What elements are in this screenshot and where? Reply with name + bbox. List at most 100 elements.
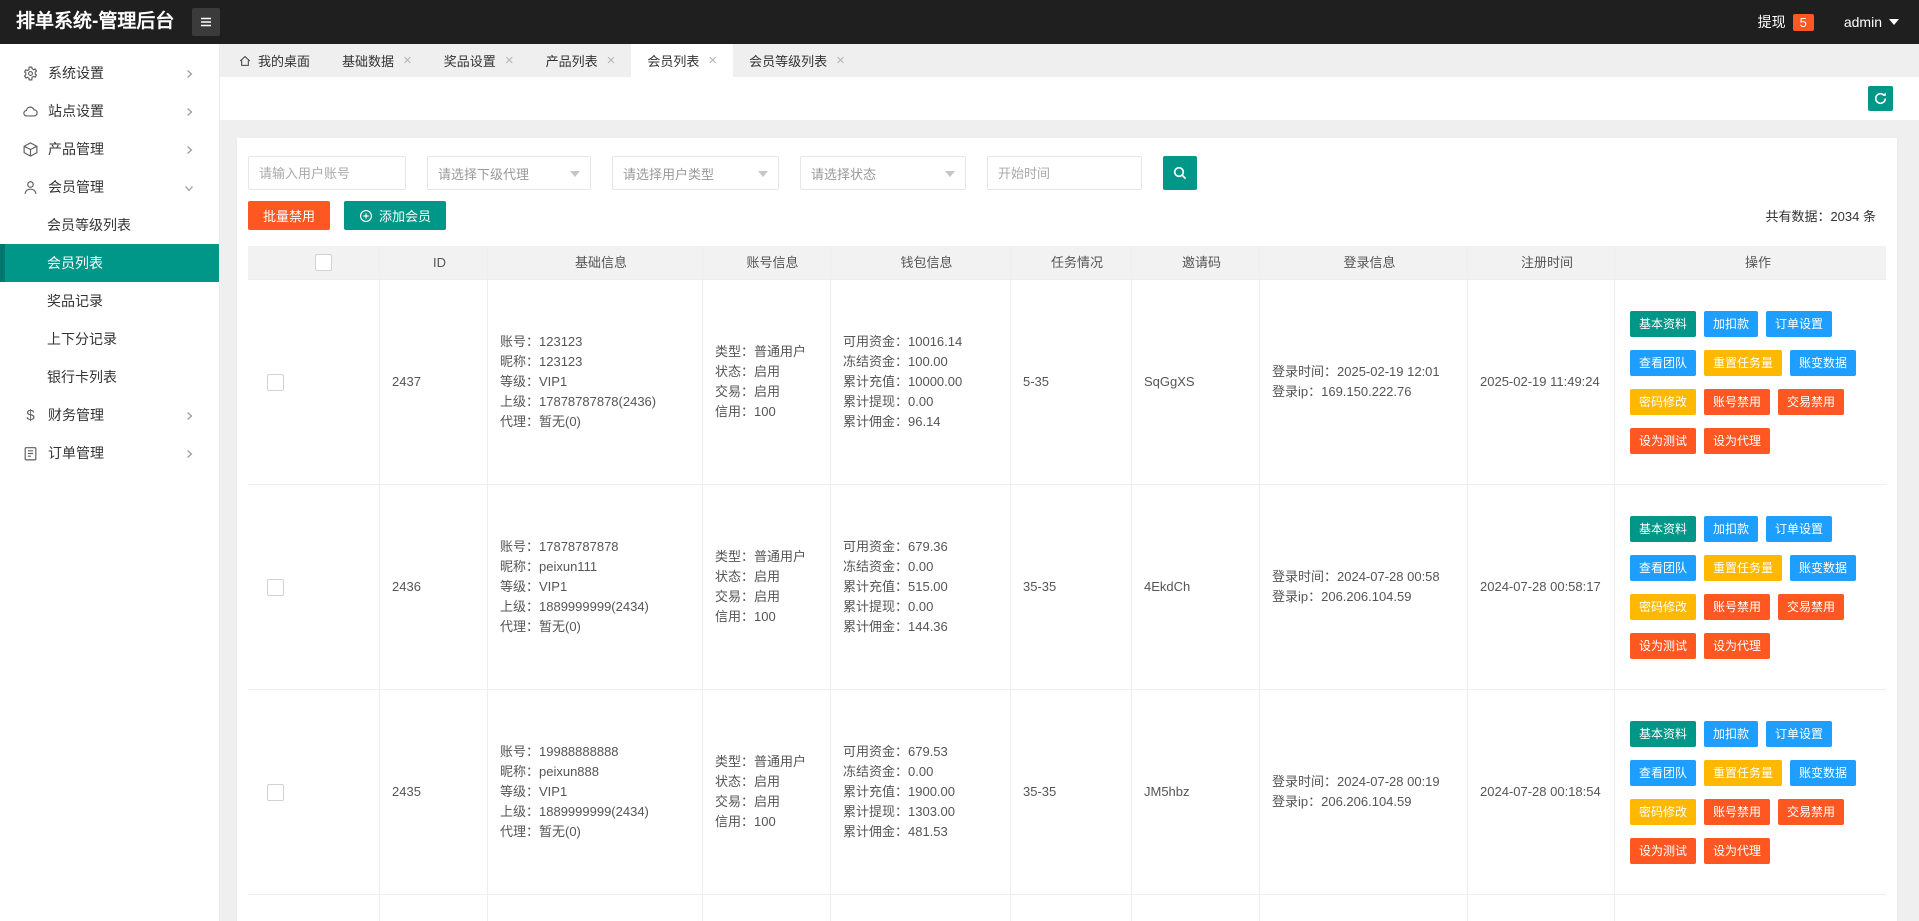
disable-trade-button[interactable]: 交易禁用 — [1778, 593, 1845, 620]
tab-product-list[interactable]: 产品列表 × — [530, 44, 632, 77]
reset-tasks-button[interactable]: 重置任务量 — [1704, 554, 1783, 581]
info-line: 账号：19988888888 — [500, 744, 619, 759]
agent-select[interactable]: 请选择下级代理 — [427, 156, 591, 190]
tab-member-level-list[interactable]: 会员等级列表 × — [733, 44, 861, 77]
chevron-down-icon — [1889, 19, 1899, 25]
set-test-button[interactable]: 设为测试 — [1630, 837, 1697, 864]
close-icon[interactable]: × — [836, 53, 845, 68]
info-line: 类型：普通用户 — [715, 344, 807, 359]
account-changes-button[interactable]: 账变数据 — [1790, 759, 1857, 786]
checkbox-cell — [248, 895, 380, 921]
sidebar-item-label: 奖品记录 — [47, 293, 103, 309]
view-team-button[interactable]: 查看团队 — [1630, 759, 1697, 786]
sidebar-item-prize-records[interactable]: 奖品记录 — [0, 282, 219, 320]
tab-member-list[interactable]: 会员列表 × — [631, 44, 734, 77]
disable-trade-button[interactable]: 交易禁用 — [1778, 388, 1845, 415]
sidebar-item-score-records[interactable]: 上下分记录 — [0, 320, 219, 358]
tab-basic-data[interactable]: 基础数据 × — [326, 44, 428, 77]
basic-info-button[interactable]: 基本资料 — [1630, 310, 1697, 337]
info-line: 累计提现：1303.00 — [843, 804, 955, 819]
set-agent-button[interactable]: 设为代理 — [1704, 632, 1771, 659]
order-settings-button[interactable]: 订单设置 — [1766, 515, 1833, 542]
info-line: 可用资金：679.53 — [843, 744, 948, 759]
add-member-button[interactable]: 添加会员 — [344, 201, 447, 230]
close-icon[interactable]: × — [505, 53, 514, 68]
account-search-input[interactable] — [248, 156, 406, 190]
withdraw-link[interactable]: 提现 5 — [1758, 12, 1814, 32]
change-password-button[interactable]: 密码修改 — [1630, 593, 1697, 620]
home-icon — [238, 54, 252, 68]
id-cell — [380, 895, 488, 921]
select-all-checkbox[interactable] — [314, 254, 332, 271]
search-button[interactable] — [1163, 156, 1197, 190]
member-table: ID 基础信息 账号信息 钱包信息 任务情况 邀请码 登录信息 注册时间 操作 2437 账号：12… — [248, 246, 1886, 921]
chevron-right-icon — [183, 447, 195, 459]
change-password-button[interactable]: 密码修改 — [1630, 388, 1697, 415]
batch-disable-button[interactable]: 批量禁用 — [248, 201, 331, 230]
info-line: 登录ip：206.206.104.59 — [1272, 589, 1412, 604]
basic-info-button[interactable]: 基本资料 — [1630, 720, 1697, 747]
close-icon[interactable]: × — [607, 53, 616, 68]
reset-tasks-button[interactable]: 重置任务量 — [1704, 349, 1783, 376]
user-type-select[interactable]: 请选择用户类型 — [612, 156, 779, 190]
account-changes-button[interactable]: 账变数据 — [1790, 554, 1857, 581]
hamburger-icon — [201, 17, 211, 27]
sidebar-item-system-settings[interactable]: 系统设置 — [0, 54, 219, 92]
row-checkbox[interactable] — [267, 373, 284, 391]
disable-account-button[interactable]: 账号禁用 — [1704, 798, 1771, 825]
login-info-cell: 登录时间：2024-07-28 00:58 登录ip：206.206.104.59 — [1260, 485, 1468, 689]
account-changes-button[interactable]: 账变数据 — [1790, 349, 1857, 376]
reset-tasks-button[interactable]: 重置任务量 — [1704, 759, 1783, 786]
start-date-input[interactable] — [987, 156, 1142, 190]
adjust-funds-button[interactable]: 加扣款 — [1704, 310, 1759, 337]
info-line: 登录时间：2024-07-28 00:19 — [1272, 774, 1440, 789]
menu-toggle-button[interactable] — [192, 8, 220, 36]
info-line: 累计提现：0.00 — [843, 394, 934, 409]
info-line: 等级：VIP1 — [500, 579, 568, 594]
sidebar-item-finance-management[interactable]: $ 财务管理 — [0, 396, 219, 434]
sidebar-item-member-level-list[interactable]: 会员等级列表 — [0, 206, 219, 244]
change-password-button[interactable]: 密码修改 — [1630, 798, 1697, 825]
basic-info-button[interactable]: 基本资料 — [1630, 515, 1697, 542]
view-team-button[interactable]: 查看团队 — [1630, 349, 1697, 376]
sidebar-item-product-management[interactable]: 产品管理 — [0, 130, 219, 168]
dollar-icon: $ — [26, 406, 35, 424]
row-checkbox[interactable] — [267, 783, 284, 801]
disable-account-button[interactable]: 账号禁用 — [1704, 388, 1771, 415]
info-line: 代理：暂无(0) — [500, 414, 581, 429]
set-agent-button[interactable]: 设为代理 — [1704, 427, 1771, 454]
tab-my-desktop[interactable]: 我的桌面 — [222, 44, 326, 77]
set-test-button[interactable]: 设为测试 — [1630, 632, 1697, 659]
info-line: 可用资金：679.36 — [843, 539, 948, 554]
sidebar-item-label: 系统设置 — [48, 65, 104, 81]
status-select[interactable]: 请选择状态 — [800, 156, 966, 190]
column-header: 登录信息 — [1260, 246, 1468, 279]
user-icon — [22, 179, 39, 196]
close-icon[interactable]: × — [403, 53, 412, 68]
order-settings-button[interactable]: 订单设置 — [1766, 310, 1833, 337]
column-header: 注册时间 — [1468, 246, 1615, 279]
sidebar-item-member-management[interactable]: 会员管理 — [0, 168, 219, 206]
view-team-button[interactable]: 查看团队 — [1630, 554, 1697, 581]
close-icon[interactable]: × — [708, 53, 717, 68]
tab-prize-settings[interactable]: 奖品设置 × — [428, 44, 530, 77]
adjust-funds-button[interactable]: 加扣款 — [1704, 720, 1759, 747]
checkbox-cell — [248, 280, 380, 484]
order-settings-button[interactable]: 订单设置 — [1766, 720, 1833, 747]
set-test-button[interactable]: 设为测试 — [1630, 427, 1697, 454]
sidebar-item-bank-card-list[interactable]: 银行卡列表 — [0, 358, 219, 396]
refresh-button[interactable] — [1868, 86, 1893, 111]
disable-trade-button[interactable]: 交易禁用 — [1778, 798, 1845, 825]
adjust-funds-button[interactable]: 加扣款 — [1704, 515, 1759, 542]
sidebar-item-member-list[interactable]: 会员列表 — [0, 244, 219, 282]
tab-label: 产品列表 — [545, 54, 598, 69]
disable-account-button[interactable]: 账号禁用 — [1704, 593, 1771, 620]
invite-code-cell: JM5hbz — [1132, 690, 1260, 894]
plus-circle-icon — [359, 209, 373, 223]
user-menu[interactable]: admin — [1844, 14, 1899, 30]
set-agent-button[interactable]: 设为代理 — [1704, 837, 1771, 864]
sidebar-item-site-settings[interactable]: 站点设置 — [0, 92, 219, 130]
sidebar-item-order-management[interactable]: 订单管理 — [0, 434, 219, 472]
wallet-info-cell: 可用资金：10016.14 冻结资金：100.00 累计充值：10000.00 累计提… — [831, 280, 1011, 484]
row-checkbox[interactable] — [267, 578, 284, 596]
